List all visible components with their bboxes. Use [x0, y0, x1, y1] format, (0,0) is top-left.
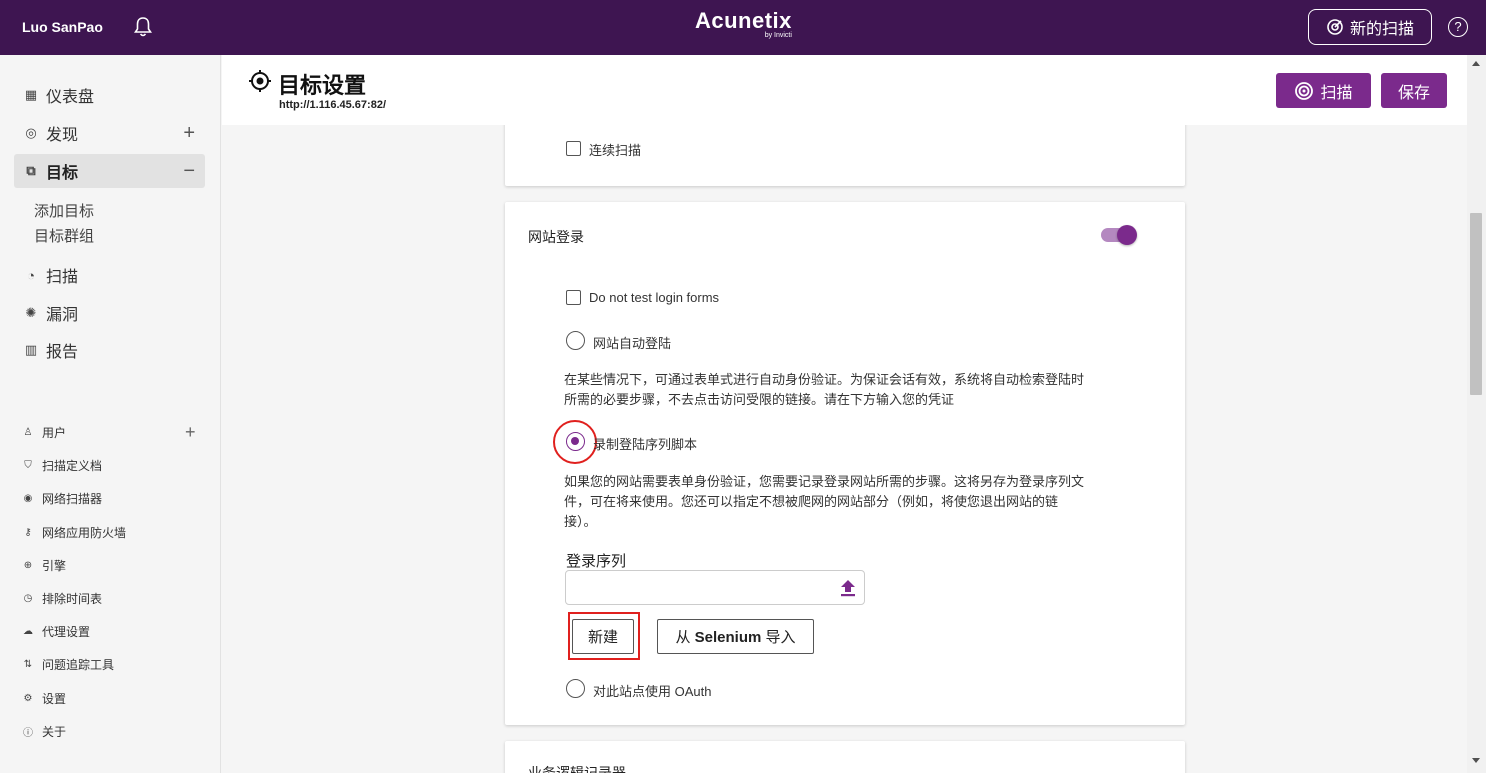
upload-icon[interactable]	[840, 579, 856, 597]
expand-plus-icon[interactable]: +	[183, 122, 195, 145]
login-sequence-label: 登录序列	[566, 553, 627, 570]
highlight-box	[568, 612, 640, 660]
sidebar-item-label: 扫描	[46, 269, 79, 286]
sidebar: ▦ 仪表盘 ◎ 发现 + ⧉ 目标 − 添加目标 目标群组 ◔ 扫描 ✺ 漏洞 …	[0, 55, 221, 773]
sidebar-item-settings[interactable]: ⚙ 设置	[22, 690, 67, 707]
scroll-thumb[interactable]	[1470, 213, 1482, 395]
main-content: 连续扫描 网站登录 Do not test login forms 网站自动登陆…	[222, 125, 1467, 773]
network-icon: ◉	[23, 493, 33, 504]
site-login-card: 网站登录 Do not test login forms 网站自动登陆 在某些情…	[505, 202, 1185, 725]
record-description-line2: 件，可在将来使用。您还可以指定不想被爬网的网站部分（例如，将使您退出网站的链	[564, 494, 1059, 509]
sidebar-item-excluded-hours[interactable]: ◷ 排除时间表	[22, 590, 102, 607]
user-icon: ♙	[23, 427, 33, 438]
clock-icon: ◷	[23, 593, 33, 604]
site-login-toggle-thumb[interactable]	[1117, 225, 1137, 245]
record-description-line1: 如果您的网站需要表单身份验证，您需要记录登录网站所需的步骤。这将另存为登录序列文	[564, 474, 1085, 489]
do-not-test-login-label: Do not test login forms	[589, 290, 720, 305]
login-sequence-input[interactable]	[565, 570, 865, 605]
targets-icon: ⧉	[26, 163, 36, 178]
user-name[interactable]: Luo SanPao	[22, 19, 103, 35]
save-button[interactable]: 保存	[1381, 73, 1447, 108]
dashboard-icon: ▦	[24, 87, 38, 102]
sidebar-item-engines[interactable]: ⊕ 引擎	[22, 557, 66, 574]
top-bar: Luo SanPao Acunetix by Invicti 新的扫描 ?	[0, 0, 1486, 55]
sidebar-subitem-add-target[interactable]: 添加目标	[34, 200, 94, 221]
oauth-radio[interactable]	[566, 679, 585, 698]
sidebar-item-network-scanner[interactable]: ◉ 网络扫描器	[22, 490, 102, 507]
scroll-up-arrow-icon[interactable]	[1472, 61, 1480, 66]
auto-login-radio[interactable]	[566, 331, 585, 350]
oauth-label: 对此站点使用 OAuth	[593, 684, 712, 699]
chart-icon: ▥	[24, 342, 38, 357]
add-user-plus-icon[interactable]: +	[185, 422, 196, 443]
page-title: 目标设置	[278, 73, 367, 98]
record-login-sequence-label: 录制登陆序列脚本	[593, 437, 698, 452]
sidebar-item-scan-profiles[interactable]: ⛉ 扫描定义档	[22, 457, 102, 474]
engine-icon: ⊕	[23, 560, 33, 571]
auto-login-description-line2: 所需的必要步骤，不去点击访问受限的链接。请在下方输入您的凭证	[564, 392, 955, 407]
import-selenium-button[interactable]: 从 Selenium 导入	[657, 619, 814, 654]
auto-login-label: 网站自动登陆	[593, 336, 672, 351]
scan-icon	[1295, 81, 1314, 100]
new-scan-button[interactable]: 新的扫描	[1308, 9, 1432, 45]
page-scrollbar[interactable]	[1467, 55, 1486, 773]
info-icon: ⓘ	[23, 728, 33, 739]
sidebar-item-label: 仪表盘	[46, 89, 95, 106]
scan-icon: ◔	[27, 267, 35, 283]
sidebar-item-dashboard[interactable]: ▦ 仪表盘	[14, 78, 205, 112]
auto-login-description-line1: 在某些情况下，可通过表单式进行自动身份验证。为保证会话有效，系统将自动检索登陆时	[564, 372, 1085, 387]
record-description-line3: 接）。	[564, 514, 597, 529]
page-header: 目标设置 http://1.116.45.67:82/ 扫描 保存	[222, 55, 1467, 125]
tracker-icon: ⇅	[23, 659, 33, 670]
sidebar-item-waf[interactable]: ⚷ 网络应用防火墙	[22, 524, 126, 541]
bell-icon[interactable]	[133, 16, 153, 38]
help-icon[interactable]: ?	[1448, 17, 1468, 37]
key-icon: ⚷	[24, 527, 32, 538]
sidebar-item-scans[interactable]: ◔ 扫描	[14, 258, 205, 292]
sidebar-item-reports[interactable]: ▥ 报告	[14, 333, 205, 367]
sidebar-item-issue-trackers[interactable]: ⇅ 问题追踪工具	[22, 656, 114, 673]
sidebar-item-users[interactable]: ♙ 用户	[22, 424, 67, 441]
sidebar-item-label: 目标	[46, 165, 79, 182]
brand-logo: Acunetix by Invicti	[695, 8, 792, 39]
sidebar-item-discovery[interactable]: ◎ 发现 +	[14, 116, 205, 150]
sidebar-item-targets[interactable]: ⧉ 目标 −	[14, 154, 205, 188]
cloud-icon: ☁	[23, 626, 33, 637]
scan-button-label: 扫描	[1320, 84, 1353, 102]
highlight-circle	[553, 420, 597, 464]
sidebar-item-label: 漏洞	[46, 307, 79, 324]
shield-icon: ⛉	[24, 460, 32, 471]
sidebar-subitem-target-groups[interactable]: 目标群组	[34, 225, 94, 246]
bug-icon: ✺	[25, 305, 37, 320]
continuous-scan-label: 连续扫描	[589, 143, 642, 158]
scroll-down-arrow-icon[interactable]	[1472, 758, 1480, 763]
target-url: http://1.116.45.67:82/	[279, 99, 386, 111]
do-not-test-login-checkbox[interactable]	[566, 290, 581, 305]
new-scan-label: 新的扫描	[1349, 21, 1414, 38]
sidebar-item-proxy-settings[interactable]: ☁ 代理设置	[22, 623, 90, 640]
target-icon	[248, 69, 272, 93]
business-logic-card: 业务逻辑记录器	[505, 741, 1185, 773]
discovery-icon: ◎	[25, 125, 37, 140]
collapse-minus-icon[interactable]: −	[183, 160, 195, 183]
sidebar-item-label: 报告	[46, 344, 79, 361]
sidebar-item-vulnerabilities[interactable]: ✺ 漏洞	[14, 296, 205, 330]
scan-options-card: 连续扫描	[505, 125, 1185, 186]
sidebar-item-about[interactable]: ⓘ 关于	[22, 723, 66, 740]
scan-button[interactable]: 扫描	[1276, 73, 1371, 108]
gear-icon: ⚙	[23, 693, 33, 704]
scan-icon	[1327, 19, 1343, 35]
continuous-scan-checkbox[interactable]	[566, 141, 581, 156]
sidebar-item-label: 发现	[46, 127, 79, 144]
site-login-title: 网站登录	[528, 229, 584, 245]
business-logic-title: 业务逻辑记录器	[528, 765, 626, 773]
